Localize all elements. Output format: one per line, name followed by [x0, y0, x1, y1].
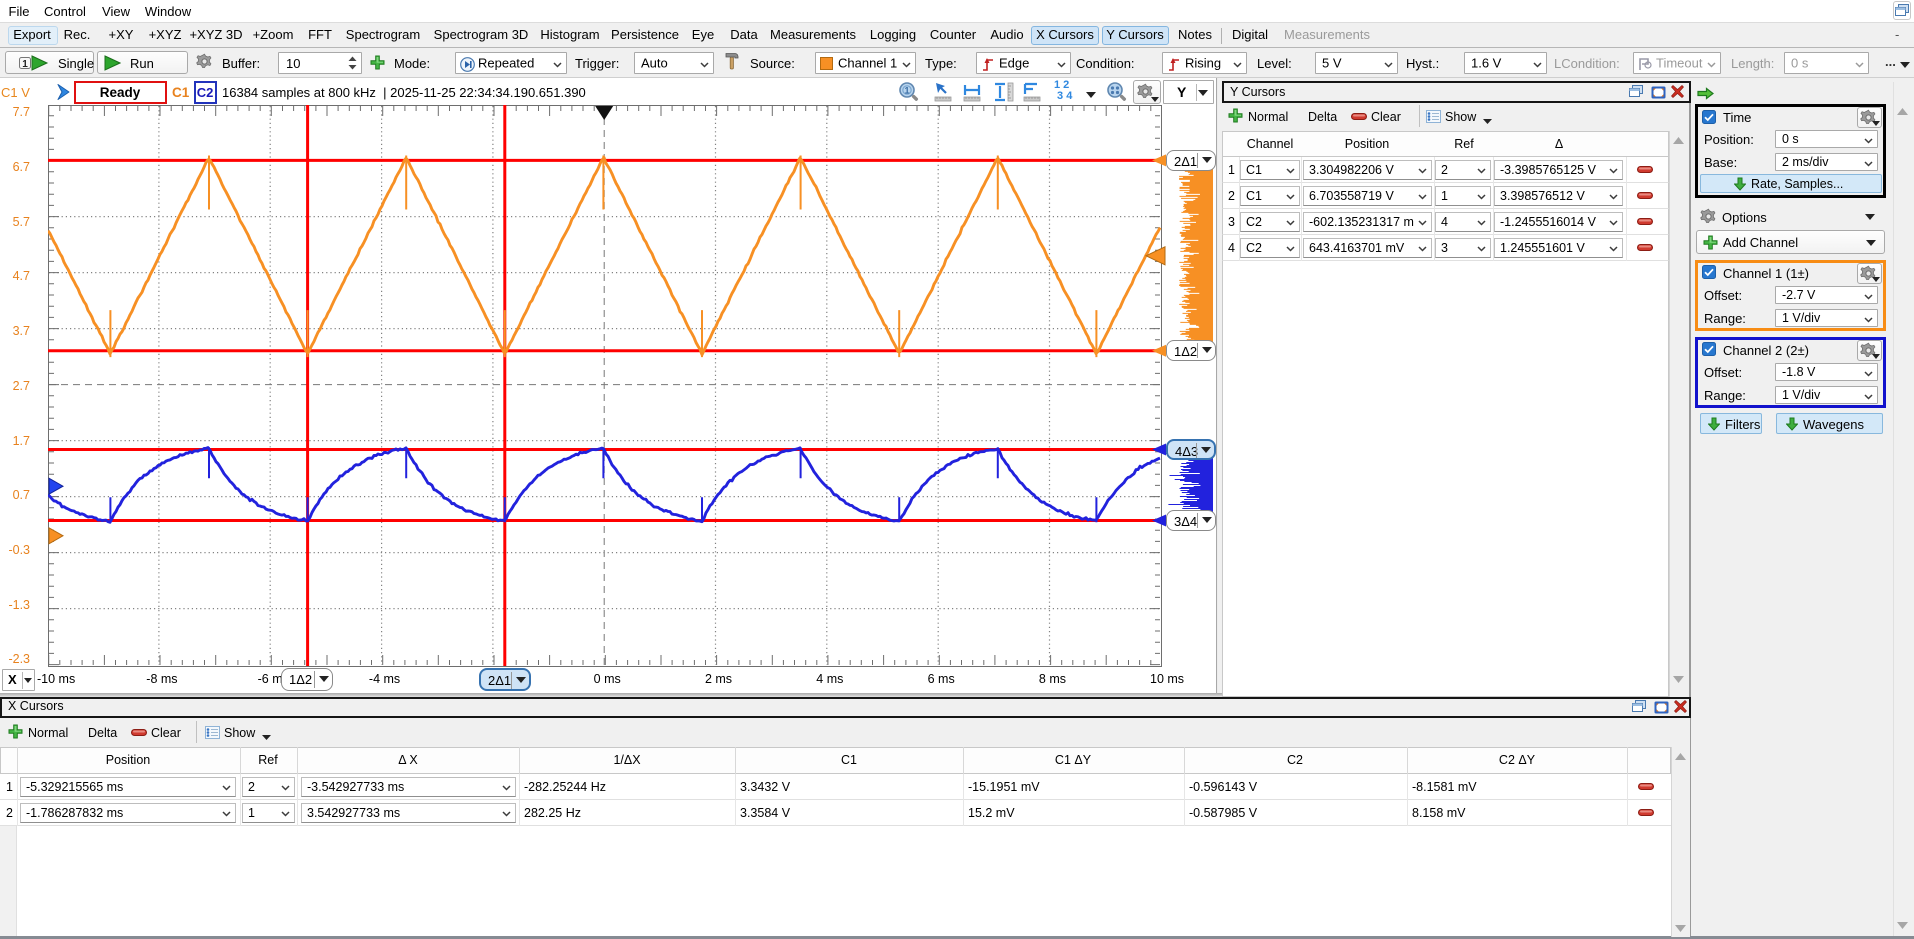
svg-text:1: 1 — [904, 86, 909, 96]
svg-text:1: 1 — [22, 59, 28, 70]
